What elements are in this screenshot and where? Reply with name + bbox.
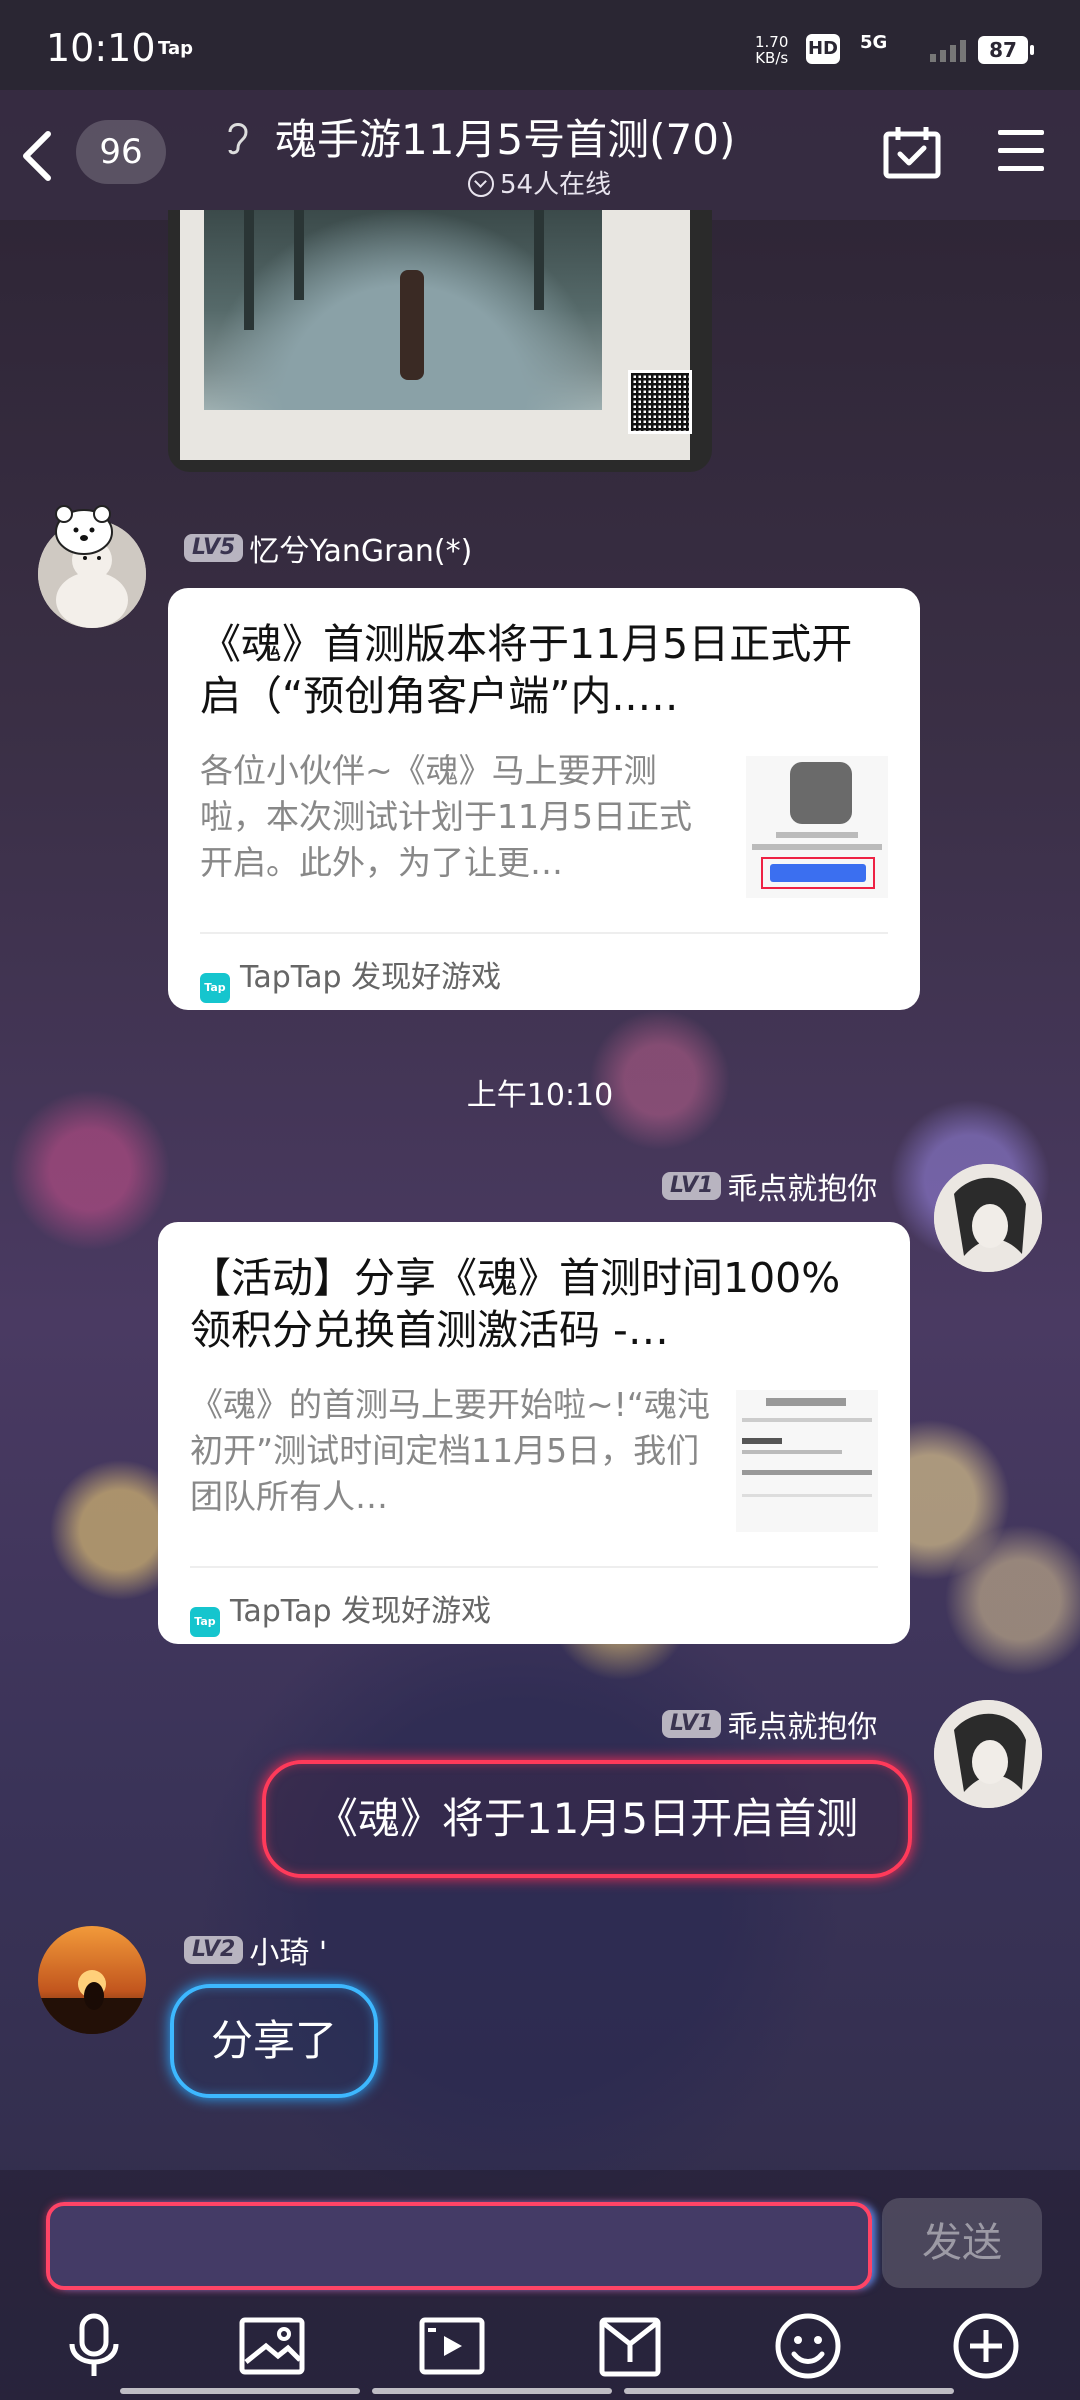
gesture-bar xyxy=(624,2388,954,2394)
card-thumbnail xyxy=(746,756,888,898)
avatar-guaidian[interactable] xyxy=(934,1700,1042,1808)
chat-title: 魂手游11月5号首测(70) xyxy=(275,115,736,164)
card-title: 《魂》首测版本将于11月5日正式开启（“预创角客户端”内..… xyxy=(200,620,853,720)
card-description: 《魂》的首测马上要开始啦~!“魂沌初开”测试时间定档11月5日，我们团队所有人… xyxy=(190,1385,710,1516)
image-icon[interactable] xyxy=(236,2310,308,2382)
link-card-activity[interactable]: 【活动】分享《魂》首测时间100%领积分兑换首测激活码 -… 《魂》的首测马上要… xyxy=(158,1222,910,1644)
avatar-guaidian[interactable] xyxy=(934,1164,1042,1272)
chat-screen: 10:10 Tap 1.70 KB/s HD 5G 87 96 魂手游11月5号… xyxy=(0,0,1080,2400)
card-thumbnail xyxy=(736,1390,878,1532)
link-card-announcement[interactable]: 《魂》首测版本将于11月5日正式开启（“预创角客户端”内..… 各位小伙伴~《魂… xyxy=(168,588,920,1010)
taptap-logo-icon: Tap xyxy=(190,1607,220,1637)
status-app-indicator: Tap xyxy=(158,38,193,59)
message-bubble[interactable]: 《魂》将于11月5日开启首测 xyxy=(262,1760,912,1878)
card-description: 各位小伙伴~《魂》马上要开测啦，本次测试计划于11月5日正式开启。此外，为了让更… xyxy=(200,751,692,882)
back-button[interactable] xyxy=(14,126,64,186)
emoji-icon[interactable] xyxy=(772,2310,844,2382)
polar-bear-sticker-icon xyxy=(44,494,124,558)
plus-icon[interactable] xyxy=(950,2310,1022,2382)
username-xiaoqi[interactable]: LV2 小琦 ' xyxy=(184,1928,327,1972)
card-source: Tap TapTap 发现好游戏 xyxy=(190,1586,491,1637)
level-badge: LV5 xyxy=(184,534,244,562)
avatar-xiaoqi[interactable] xyxy=(38,1926,146,2034)
username-text: 乖点就抱你 xyxy=(727,1172,878,1207)
card-source-text: TapTap 发现好游戏 xyxy=(240,960,502,995)
username-text: 乖点就抱你 xyxy=(727,1710,878,1745)
level-badge: LV1 xyxy=(662,1172,722,1200)
signal-icon xyxy=(930,38,970,66)
username-text: 小琦 ' xyxy=(249,1936,328,1971)
send-button[interactable]: 发送 xyxy=(882,2198,1042,2288)
online-text: 54人在线 xyxy=(500,170,612,200)
message-input[interactable] xyxy=(46,2202,872,2290)
status-bar: 10:10 Tap 1.70 KB/s HD 5G 87 xyxy=(0,0,1080,90)
level-badge: LV2 xyxy=(184,1936,244,1964)
card-source-text: TapTap 发现好游戏 xyxy=(230,1594,492,1629)
taptap-logo-icon: Tap xyxy=(200,973,230,1003)
network-type: 5G xyxy=(860,32,888,53)
chevron-left-icon xyxy=(23,131,51,181)
status-net-speed: 1.70 KB/s xyxy=(755,34,788,66)
unread-count-badge[interactable]: 96 xyxy=(76,120,166,184)
username-yangran[interactable]: LV5 忆兮YanGran(*) xyxy=(184,526,472,570)
net-speed-value: 1.70 xyxy=(755,33,789,51)
poster-image xyxy=(180,210,692,460)
video-icon[interactable] xyxy=(416,2310,488,2382)
username-guaidian[interactable]: LV1 乖点就抱你 xyxy=(662,1164,877,1208)
username-guaidian[interactable]: LV1 乖点就抱你 xyxy=(662,1702,877,1746)
status-time: 10:10 xyxy=(46,26,156,70)
ear-icon xyxy=(222,116,252,160)
chevron-down-circle-icon xyxy=(468,171,494,197)
gift-bag-icon[interactable] xyxy=(594,2310,666,2382)
microphone-icon[interactable] xyxy=(58,2310,130,2382)
card-divider xyxy=(200,932,888,934)
level-badge: LV1 xyxy=(662,1710,722,1738)
calendar-check-icon[interactable] xyxy=(882,124,942,184)
message-timestamp: 上午10:10 xyxy=(466,1078,614,1113)
gesture-bar xyxy=(372,2388,612,2394)
hd-badge: HD xyxy=(806,34,840,64)
scene-illustration xyxy=(204,210,602,410)
card-divider xyxy=(190,1566,878,1568)
net-speed-unit: KB/s xyxy=(755,49,789,67)
battery-icon: 87 xyxy=(978,36,1034,64)
qr-code-icon xyxy=(628,370,692,434)
message-bubble[interactable]: 分享了 xyxy=(170,1984,378,2098)
image-message[interactable] xyxy=(168,210,712,472)
online-count[interactable]: 54人在线 xyxy=(468,164,611,201)
card-source: Tap TapTap 发现好游戏 xyxy=(200,952,501,1003)
menu-icon[interactable] xyxy=(996,128,1046,178)
username-text: 忆兮YanGran(*) xyxy=(249,534,473,569)
card-title: 【活动】分享《魂》首测时间100%领积分兑换首测激活码 -… xyxy=(190,1254,841,1354)
chat-header: 96 魂手游11月5号首测(70) 54人在线 xyxy=(0,90,1080,220)
gesture-bar xyxy=(120,2388,360,2394)
